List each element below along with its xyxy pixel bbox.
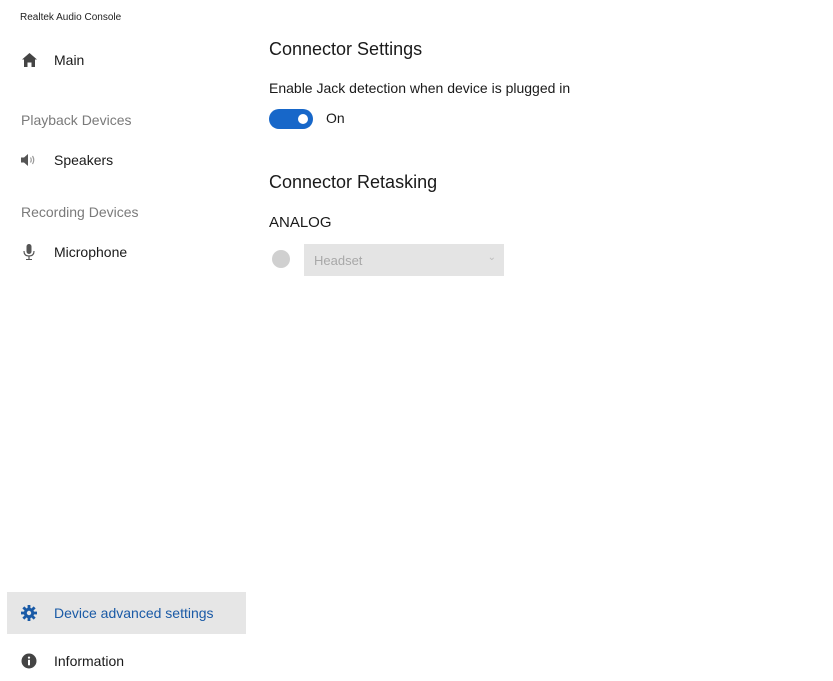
sidebar-item-main[interactable]: Main	[0, 40, 246, 80]
connector-retasking-dropdown[interactable]: Headset ⌄	[304, 244, 504, 276]
dropdown-selected-value: Headset	[314, 252, 363, 268]
analog-label: ANALOG	[269, 214, 332, 231]
jack-connector-icon	[272, 250, 290, 268]
sidebar-item-microphone[interactable]: Microphone	[0, 232, 246, 272]
toggle-knob	[298, 114, 308, 124]
app-title: Realtek Audio Console	[20, 12, 122, 23]
jack-detection-toggle[interactable]	[269, 109, 313, 129]
home-icon	[21, 52, 37, 68]
chevron-down-icon: ⌄	[487, 252, 496, 263]
connector-settings-heading: Connector Settings	[269, 39, 423, 59]
sidebar-item-device-advanced-settings[interactable]: Device advanced settings	[7, 592, 246, 634]
info-icon	[21, 653, 37, 669]
sidebar-item-label: Main	[54, 52, 85, 68]
playback-devices-heading: Playback Devices	[21, 112, 132, 128]
connector-retasking-heading: Connector Retasking	[269, 172, 438, 192]
sidebar-item-label: Device advanced settings	[54, 605, 214, 621]
recording-devices-heading: Recording Devices	[21, 204, 139, 220]
jack-detection-state: On	[326, 110, 345, 126]
sidebar-item-label: Speakers	[54, 152, 114, 168]
jack-detection-label: Enable Jack detection when device is plu…	[269, 80, 571, 96]
sidebar-item-information[interactable]: Information	[0, 641, 246, 681]
gear-icon	[21, 605, 37, 621]
sidebar-item-label: Information	[54, 653, 125, 669]
speaker-icon	[21, 152, 37, 168]
sidebar-item-speakers[interactable]: Speakers	[0, 140, 246, 180]
microphone-icon	[21, 244, 37, 260]
sidebar-item-label: Microphone	[54, 244, 128, 260]
